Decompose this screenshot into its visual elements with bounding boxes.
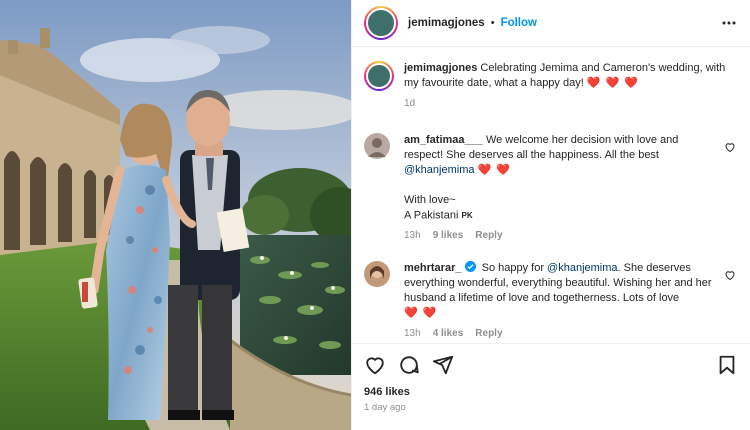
caption-time: 1d	[404, 98, 416, 109]
verified-badge-icon	[464, 261, 476, 273]
author-username[interactable]: jemimagjones	[408, 17, 485, 29]
comment-time: 13h	[404, 328, 421, 340]
reply-button[interactable]: Reply	[475, 228, 502, 243]
comment-item: am_fatimaa___ We welcome her decision wi…	[364, 133, 738, 243]
pakistan-flag-icon: PK	[461, 211, 473, 220]
comment-mention[interactable]: @khanjemima	[404, 164, 474, 176]
caption: jemimagjones Celebrating Jemima and Came…	[364, 61, 738, 111]
comments-list[interactable]: jemimagjones Celebrating Jemima and Came…	[352, 48, 750, 342]
post-time: 1 day ago	[364, 402, 406, 413]
post-header: jemimagjones • Follow	[352, 0, 750, 47]
wedding-photo	[0, 0, 351, 430]
post-photo[interactable]	[0, 0, 351, 430]
post-side-panel: jemimagjones • Follow jemimagjones Celeb…	[351, 0, 750, 430]
instagram-post: jemimagjones • Follow jemimagjones Celeb…	[0, 0, 750, 430]
more-horizontal-icon[interactable]	[720, 14, 738, 32]
comment-like-heart-icon[interactable]	[724, 269, 736, 281]
likes-count[interactable]: 946 likes	[364, 386, 738, 398]
comment-text: So happy for	[481, 262, 544, 275]
share-icon[interactable]	[432, 354, 454, 376]
heart-icon[interactable]	[364, 354, 386, 376]
reply-button[interactable]: Reply	[475, 326, 502, 341]
caption-hearts: ❤️ ❤️ ❤️	[586, 77, 640, 89]
comment-hearts: ❤️ ❤️	[477, 164, 511, 176]
comment-like-heart-icon[interactable]	[724, 141, 736, 153]
comment-icon[interactable]	[398, 354, 420, 376]
comment-username[interactable]: am_fatimaa___	[404, 134, 483, 146]
post-actions: 946 likes 1 day ago	[352, 343, 750, 430]
comment-time: 13h	[404, 230, 421, 242]
caption-avatar[interactable]	[364, 61, 394, 91]
comment-item: mehrtarar_ So happy for @khanjemima. She…	[364, 261, 738, 341]
commenter-avatar[interactable]	[364, 133, 394, 163]
comment-hearts: ❤️ ❤️	[404, 307, 438, 320]
comment-mention[interactable]: @khanjemima	[547, 262, 617, 274]
author-avatar-image	[366, 8, 396, 38]
comment-likes[interactable]: 4 likes	[433, 326, 464, 341]
comment-username[interactable]: mehrtarar_	[404, 262, 461, 274]
comment-line: With love~	[404, 194, 456, 206]
caption-username[interactable]: jemimagjones	[404, 62, 477, 74]
follow-button[interactable]: Follow	[501, 17, 537, 29]
author-avatar[interactable]	[364, 6, 398, 40]
comment-line: A Pakistani	[404, 209, 459, 222]
commenter-avatar[interactable]	[364, 261, 394, 291]
bookmark-icon[interactable]	[716, 354, 738, 376]
comment-likes[interactable]: 9 likes	[433, 228, 464, 243]
separator-dot: •	[490, 17, 495, 29]
